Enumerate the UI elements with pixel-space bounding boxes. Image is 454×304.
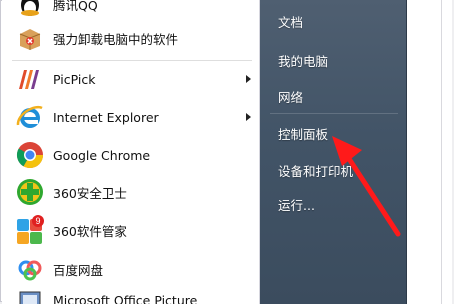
google-chrome-icon [14,139,46,171]
picpick-icon [14,63,46,95]
baidu-netdisk-icon [14,253,46,285]
program-item-picpick[interactable]: PicPick [2,61,259,97]
office-picture-manager-icon [14,284,46,304]
program-label: Microsoft Office Picture [53,292,198,304]
places-item-documents[interactable]: 文档 [278,12,303,31]
qq-penguin-icon [14,0,46,20]
program-label: 360软件管家 [53,223,127,239]
places-item-network[interactable]: 网络 [278,87,303,106]
program-item-office-picture[interactable]: Microsoft Office Picture [2,282,259,304]
places-item-computer[interactable]: 我的电脑 [278,51,328,70]
places-separator [270,113,398,114]
window-edge-line [441,0,442,304]
uninstall-box-icon [14,22,46,54]
program-item-internet-explorer[interactable]: Internet Explorer [2,99,259,135]
badge-count: 9 [35,216,40,226]
internet-explorer-icon [14,101,46,133]
program-item-qq[interactable]: 腾讯QQ [2,0,259,22]
places-item-run[interactable]: 运行... [278,195,315,214]
program-label: 百度网盘 [53,262,104,278]
program-label: 强力卸载电脑中的软件 [53,31,179,47]
program-item-google-chrome[interactable]: Google Chrome [2,137,259,173]
start-menu-programs-pane: 腾讯QQ 强力卸载电脑中的软件 PicPick Internet Explore… [2,0,260,304]
360-safe-guard-icon [14,176,46,208]
program-item-360-safe[interactable]: 360安全卫士 [2,174,259,210]
program-label: Internet Explorer [53,109,159,125]
program-item-360-software[interactable]: 9 360软件管家 [2,212,259,248]
program-label: PicPick [53,71,96,87]
360-software-manager-icon: 9 [14,214,46,246]
program-label: 腾讯QQ [53,0,98,13]
annotation-arrow-icon [332,136,401,237]
program-label: 360安全卫士 [53,185,127,201]
program-label: Google Chrome [53,147,151,163]
submenu-arrow-icon [246,75,251,83]
program-item-uninstall[interactable]: 强力卸载电脑中的软件 [2,20,259,56]
submenu-arrow-icon [246,113,251,121]
